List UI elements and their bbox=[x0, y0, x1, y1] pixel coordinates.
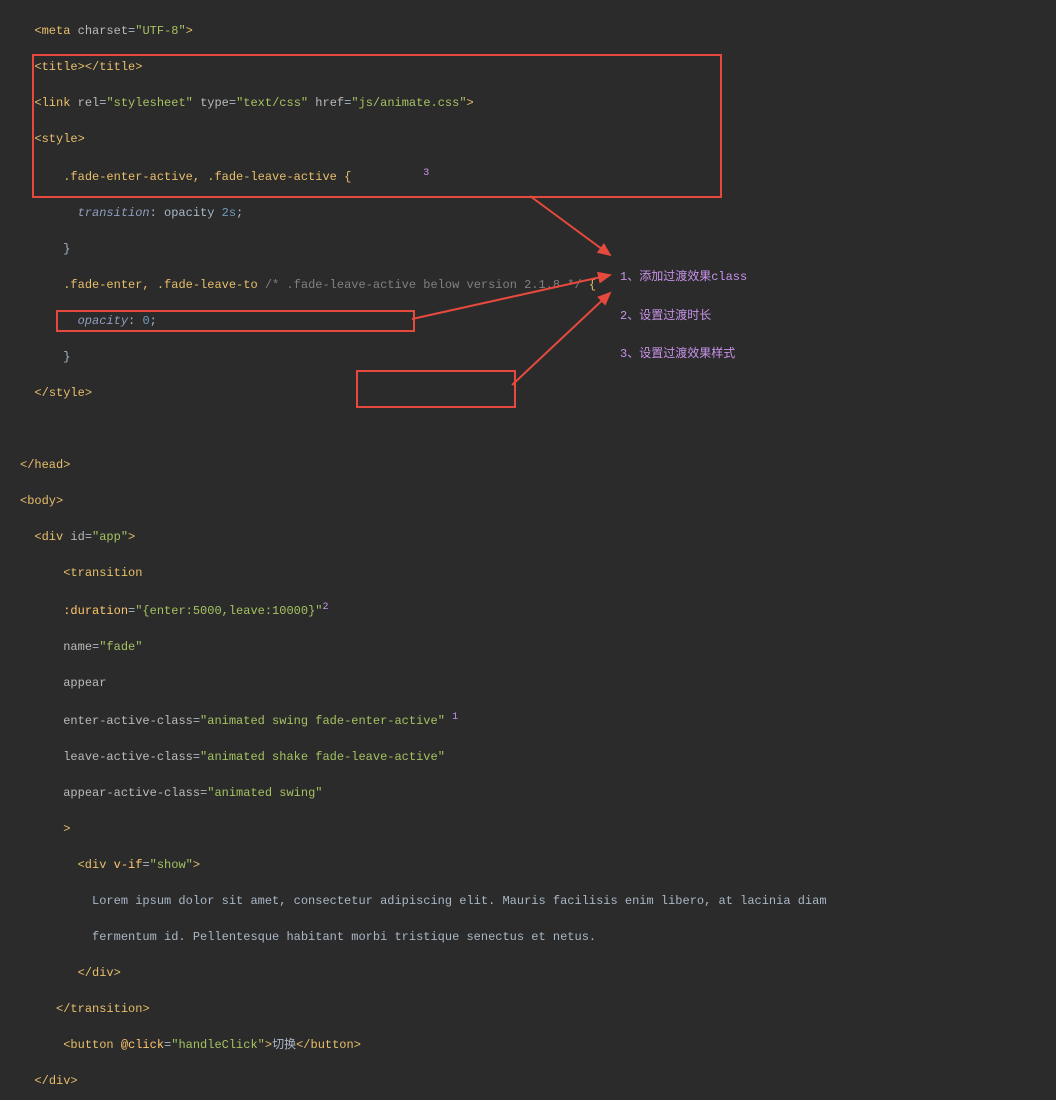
line-css-close2: } bbox=[20, 348, 1056, 366]
line-duration: :duration="{enter:5000,leave:10000}"2 bbox=[20, 600, 1056, 620]
line-transition-close: </transition> bbox=[20, 1000, 1056, 1018]
line-vif-open: <div v-if="show"> bbox=[20, 856, 1056, 874]
line-css-prop2: opacity: 0; bbox=[20, 312, 1056, 330]
line-name: name="fade" bbox=[20, 638, 1056, 656]
line-leave-active: leave-active-class="animated shake fade-… bbox=[20, 748, 1056, 766]
line-link: <link rel="stylesheet" type="text/css" h… bbox=[20, 94, 1056, 112]
line-css-prop1: transition: opacity 2s; bbox=[20, 204, 1056, 222]
line-transition-gt: > bbox=[20, 820, 1056, 838]
line-css-sel2: .fade-enter, .fade-leave-to /* .fade-lea… bbox=[20, 276, 1056, 294]
line-style-open: <style> bbox=[20, 130, 1056, 148]
annotation-num-3: 3 bbox=[423, 168, 429, 179]
line-div-app: <div id="app">​ bbox=[20, 528, 1056, 546]
line-meta: <meta charset="UTF-8"> bbox=[20, 22, 1056, 40]
line-div-close: </div> bbox=[20, 1072, 1056, 1090]
line-style-close: </style> bbox=[20, 384, 1056, 402]
line-body-open: <body> bbox=[20, 492, 1056, 510]
line-title: <title></title> bbox=[20, 58, 1056, 76]
line-lorem1: Lorem ipsum dolor sit amet, consectetur … bbox=[20, 892, 1056, 910]
line-vif-close: </div> bbox=[20, 964, 1056, 982]
legend-item-3: 3、设置过渡效果样式 bbox=[620, 345, 747, 364]
line-appear-active: appear-active-class="animated swing" bbox=[20, 784, 1056, 802]
annotation-num-1: 1 bbox=[452, 712, 458, 723]
annotation-num-2: 2 bbox=[322, 602, 328, 613]
line-enter-active: enter-active-class="animated swing fade-… bbox=[20, 710, 1056, 730]
line-lorem2: fermentum id. Pellentesque habitant morb… bbox=[20, 928, 1056, 946]
code-editor: <meta charset="UTF-8"> <title></title> <… bbox=[0, 0, 1056, 1100]
line-head-close: </head> bbox=[20, 456, 1056, 474]
line-transition-open: <transition bbox=[20, 564, 1056, 582]
line-button: <button @click="handleClick">切换</button> bbox=[20, 1036, 1056, 1054]
legend: 1、添加过渡效果class 2、设置过渡时长 3、设置过渡效果样式 bbox=[620, 249, 747, 383]
legend-item-2: 2、设置过渡时长 bbox=[620, 307, 747, 326]
legend-item-1: 1、添加过渡效果class bbox=[620, 268, 747, 287]
line-css-sel1: .fade-enter-active, .fade-leave-active {… bbox=[20, 166, 1056, 186]
line-css-close1: } bbox=[20, 240, 1056, 258]
blank-line bbox=[20, 420, 1056, 438]
line-appear: appear bbox=[20, 674, 1056, 692]
